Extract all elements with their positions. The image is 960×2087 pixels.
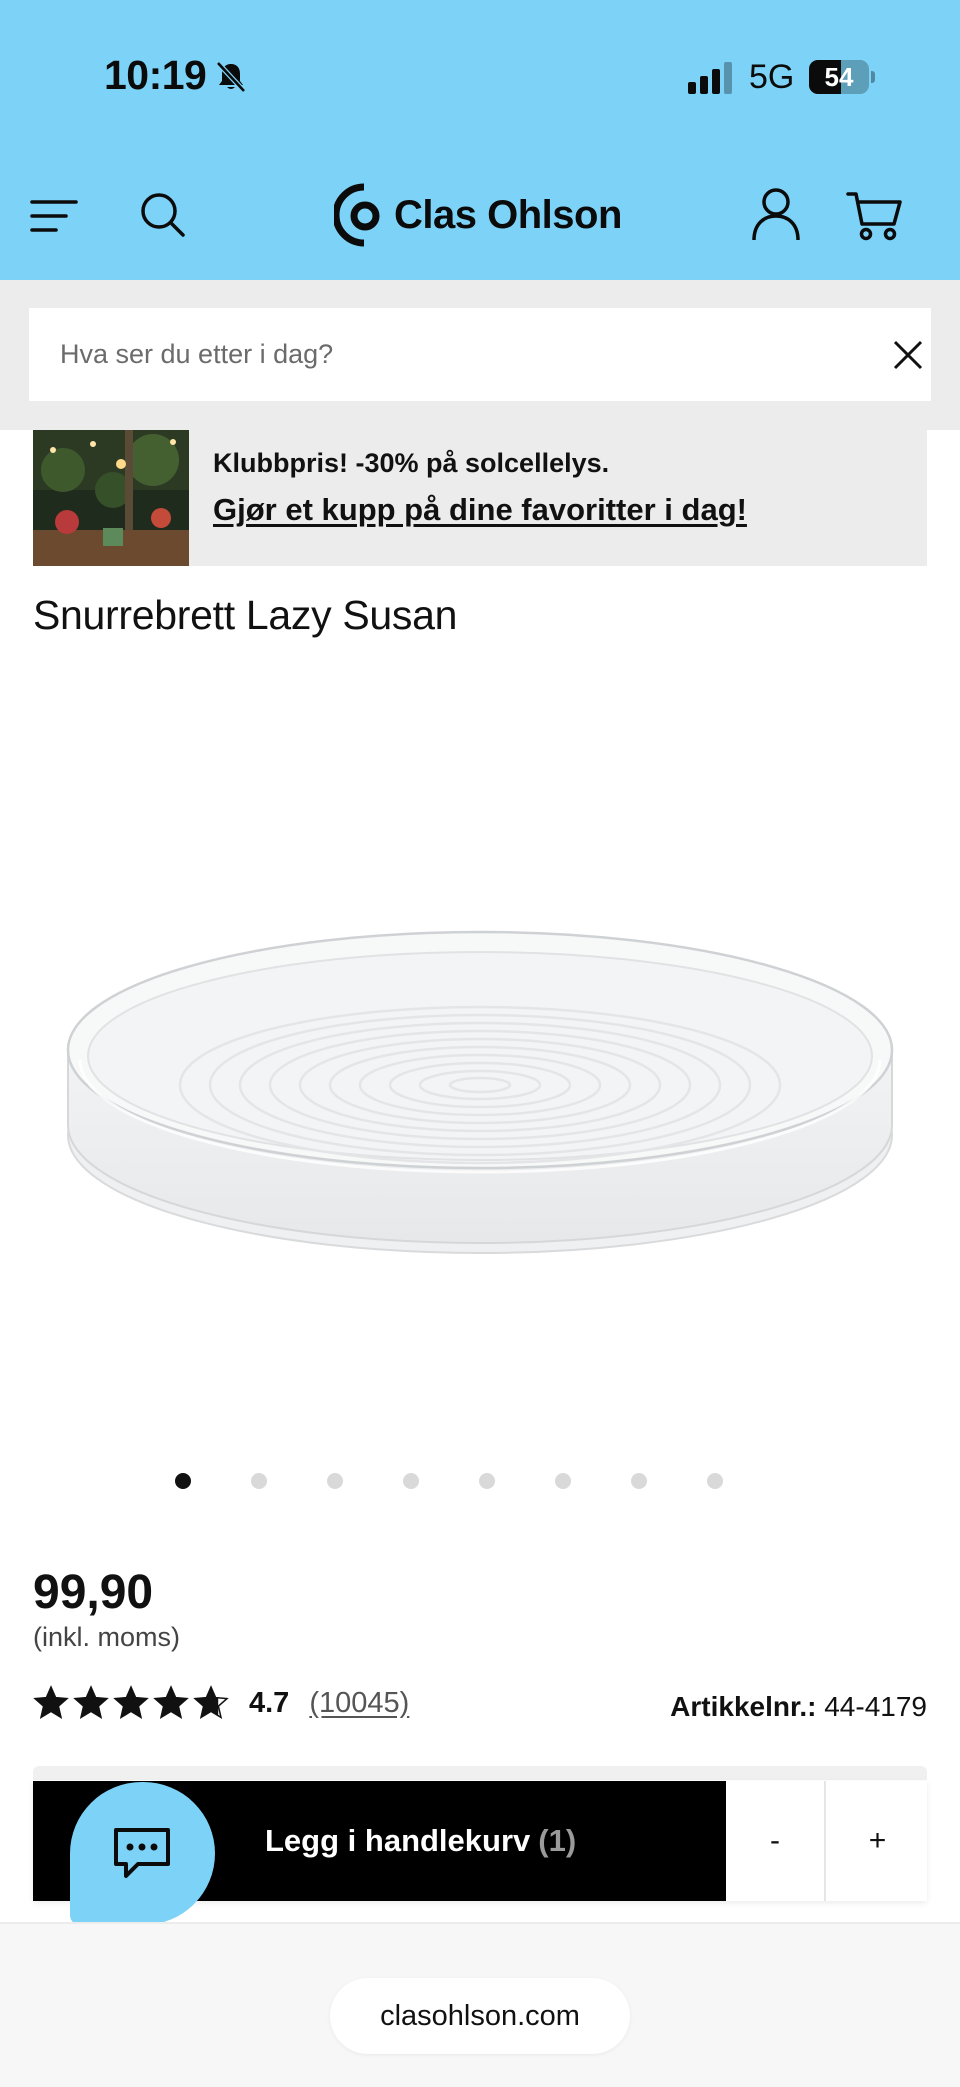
carousel-dot[interactable] xyxy=(555,1473,571,1489)
star-icon xyxy=(153,1685,189,1719)
product-rating[interactable]: 4.7 (10045) xyxy=(33,1683,409,1723)
add-to-cart-label: Legg i handlekurv (1) xyxy=(265,1823,577,1858)
clas-ohlson-logo-icon xyxy=(334,183,380,247)
user-icon[interactable] xyxy=(750,186,802,242)
carousel-dot[interactable] xyxy=(403,1473,419,1489)
carousel-dot[interactable] xyxy=(631,1473,647,1489)
close-icon[interactable] xyxy=(891,338,925,372)
article-number-value: 44-4179 xyxy=(824,1691,927,1722)
battery-icon: 54 xyxy=(809,60,875,94)
battery-percent: 54 xyxy=(824,62,854,92)
carousel-dot[interactable] xyxy=(251,1473,267,1489)
promo-image xyxy=(33,430,189,566)
promo-headline: Klubbpris! -30% på solcellelys. xyxy=(213,448,610,478)
brand-name: Clas Ohlson xyxy=(394,192,622,237)
product-price: 99,90 xyxy=(33,1566,154,1619)
article-number-label: Artikkelnr.: xyxy=(670,1691,817,1722)
quantity-decrease-button[interactable]: - xyxy=(726,1781,826,1901)
carousel-dots xyxy=(175,1473,783,1493)
product-image[interactable] xyxy=(60,900,900,1270)
signal-bars-icon xyxy=(688,62,732,94)
vat-note: (inkl. moms) xyxy=(33,1622,180,1652)
status-bar: 10:19 5G 54 xyxy=(0,0,960,150)
browser-bottom-bar: clasohlson.com xyxy=(0,1924,960,2087)
search-input[interactable] xyxy=(29,308,849,401)
star-icon xyxy=(33,1685,69,1719)
search-icon[interactable] xyxy=(138,190,186,238)
cart-bar-edge xyxy=(33,1766,927,1780)
product-title: Snurrebrett Lazy Susan xyxy=(33,592,458,638)
carousel-dot[interactable] xyxy=(327,1473,343,1489)
cart-icon[interactable] xyxy=(846,190,902,242)
quantity-increase-button[interactable]: + xyxy=(828,1781,927,1901)
star-icon xyxy=(193,1685,229,1719)
carousel-dot[interactable] xyxy=(175,1473,191,1489)
address-bar[interactable]: clasohlson.com xyxy=(330,1978,630,2054)
carousel-dot[interactable] xyxy=(479,1473,495,1489)
site-header: Clas Ohlson xyxy=(0,150,960,280)
status-time: 10:19 xyxy=(104,52,207,98)
chat-bubble-icon xyxy=(114,1828,170,1878)
bell-slash-icon xyxy=(216,61,246,93)
menu-icon[interactable] xyxy=(30,196,78,236)
article-number: Artikkelnr.: 44-4179 xyxy=(670,1691,927,1723)
review-count-link[interactable]: (10045) xyxy=(309,1687,409,1720)
star-icon xyxy=(113,1685,149,1719)
star-icon xyxy=(73,1685,109,1719)
cart-count: (1) xyxy=(538,1823,577,1858)
carousel-dot[interactable] xyxy=(707,1473,723,1489)
search-box xyxy=(29,308,931,401)
promo-banner[interactable]: Klubbpris! -30% på solcellelys. Gjør et … xyxy=(33,430,927,566)
search-area xyxy=(0,280,960,430)
chat-button[interactable] xyxy=(70,1782,215,1925)
network-type: 5G xyxy=(749,58,795,96)
rating-stars xyxy=(33,1685,233,1721)
promo-link[interactable]: Gjør et kupp på dine favoritter i dag! xyxy=(213,492,747,528)
rating-value: 4.7 xyxy=(249,1686,290,1719)
brand-logo[interactable]: Clas Ohlson xyxy=(334,180,622,250)
